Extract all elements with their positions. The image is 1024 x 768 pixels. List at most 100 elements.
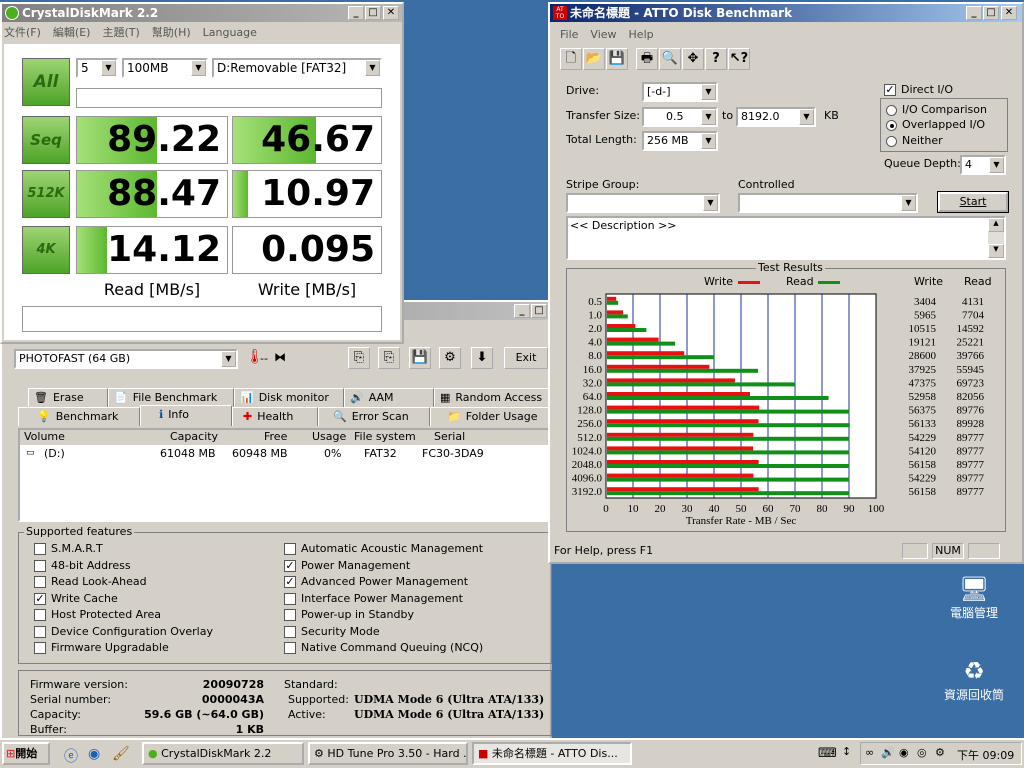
print-preview-icon[interactable]: 🔍 [659, 48, 681, 70]
comment-box[interactable] [22, 306, 382, 332]
scroll-up-icon[interactable]: ▲ [988, 218, 1004, 232]
column-header[interactable]: Serial [434, 430, 465, 444]
drive-select[interactable]: [-d-] ▼ [642, 82, 718, 102]
feature-checkbox[interactable] [34, 625, 46, 638]
column-header[interactable]: Free [264, 430, 287, 444]
tray-icon[interactable]: 🔊 [881, 746, 895, 759]
seq-button[interactable]: Seq [22, 116, 70, 164]
drive-select[interactable]: D:Removable [FAT32] ▼ [212, 58, 382, 78]
size-select[interactable]: 100MB ▼ [122, 58, 208, 78]
minimize-button[interactable]: _ [514, 304, 530, 318]
maximize-button[interactable]: □ [983, 6, 999, 20]
volume-list[interactable]: Volume Capacity Free Usage File system S… [18, 428, 552, 522]
menu-help[interactable]: Help [629, 28, 654, 41]
tab-disk-monitor[interactable]: 📊 Disk monitor [234, 388, 344, 407]
menu-language[interactable]: Language [203, 26, 257, 39]
copy-screenshot-icon[interactable]: ⎘ [378, 347, 400, 369]
tray-icon[interactable]: ⚙ [935, 746, 945, 759]
scroll-down-icon[interactable]: ▼ [988, 244, 1004, 258]
tray-icon[interactable]: ∞ [865, 746, 874, 759]
taskbar-item-atto[interactable]: ■ 未命名標題 - ATTO Dis... [472, 742, 632, 765]
open-icon[interactable]: 📂 [583, 48, 605, 70]
scrollbar[interactable]: ▲ ▼ [988, 218, 1004, 258]
menu-edit[interactable]: 編輯(E) [53, 26, 91, 39]
feature-checkbox[interactable] [34, 609, 46, 621]
keyboard-icon[interactable]: ⌨ [818, 746, 837, 761]
quick-launch-icon[interactable]: 🖌 [112, 746, 130, 762]
4k-button[interactable]: 4K [22, 226, 70, 274]
feature-checkbox[interactable]: ✓ [34, 592, 46, 605]
column-header[interactable]: Capacity [170, 430, 218, 444]
close-button[interactable]: ✕ [383, 6, 399, 20]
feature-checkbox[interactable] [34, 642, 46, 654]
feature-checkbox[interactable] [284, 543, 296, 555]
clock[interactable]: 下午 09:09 [957, 747, 1014, 763]
tab-erase[interactable]: 🗑 Erase [28, 388, 108, 407]
save-icon[interactable]: 💾 [606, 48, 628, 70]
desktop-icon-computer-management[interactable]: 🖥 電腦管理 [944, 574, 1004, 624]
menu-help[interactable]: 幫助(H) [152, 26, 191, 39]
tab-aam[interactable]: 🔊 AAM [344, 388, 434, 407]
tab-error-scan[interactable]: 🔍 Error Scan [318, 407, 430, 426]
input-method-icon[interactable]: ↕ [842, 745, 851, 758]
description-box[interactable]: << Description >> ▲ ▼ [566, 216, 1006, 260]
close-button[interactable]: ✕ [1001, 6, 1017, 20]
tab-benchmark[interactable]: 💡 Benchmark [18, 407, 140, 426]
transfer-from-select[interactable]: 0.5 ▼ [642, 107, 718, 127]
taskbar-item-hdtune[interactable]: ⚙ HD Tune Pro 3.50 - Hard ... [308, 742, 468, 765]
stripe-group-select[interactable]: ▼ [566, 193, 720, 213]
context-help-icon[interactable]: ↖? [728, 48, 750, 70]
tab-random-access[interactable]: ▦ Random Access [434, 388, 550, 407]
help-icon[interactable]: ? [705, 48, 727, 70]
cdm-title-bar[interactable]: CrystalDiskMark 2.2 [2, 4, 402, 22]
column-header[interactable]: Volume [24, 430, 65, 444]
options-icon[interactable]: ⚙ [439, 347, 461, 369]
tab-folder-usage[interactable]: 📁 Folder Usage [430, 407, 550, 426]
move-icon[interactable]: ✥ [682, 48, 704, 70]
menu-file[interactable]: 文件(F) [4, 26, 41, 39]
queue-depth-select[interactable]: 4 ▼ [960, 155, 1006, 175]
total-length-select[interactable]: 256 MB ▼ [642, 131, 718, 151]
tray-icon[interactable]: ◉ [899, 746, 909, 759]
atto-title-bar[interactable]: 未命名標題 - ATTO Disk Benchmark [550, 4, 1022, 22]
direct-io-checkbox[interactable]: ✓ [884, 84, 896, 96]
menu-view[interactable]: View [590, 28, 616, 41]
desktop-shortcut-icon[interactable]: ◉ [88, 746, 100, 762]
feature-checkbox[interactable] [34, 543, 46, 555]
feature-checkbox[interactable] [284, 642, 296, 654]
column-header[interactable]: Usage [312, 430, 346, 444]
feature-checkbox[interactable] [34, 559, 46, 572]
exit-button[interactable]: Exit [504, 347, 548, 369]
count-select[interactable]: 5 ▼ [76, 58, 118, 78]
minimize-button[interactable]: _ [348, 6, 364, 20]
feature-checkbox[interactable]: ✓ [284, 559, 296, 572]
all-button[interactable]: All [22, 58, 70, 106]
512k-button[interactable]: 512K [22, 170, 70, 218]
maximize-button[interactable]: □ [365, 6, 381, 20]
menu-theme[interactable]: 主題(T) [102, 26, 139, 39]
start-button[interactable]: ⊞開始 [2, 742, 50, 765]
maximize-button[interactable]: □ [531, 304, 547, 318]
neither-radio[interactable] [886, 136, 897, 147]
device-select[interactable]: PHOTOFAST (64 GB) ▼ [14, 349, 238, 369]
feature-checkbox[interactable] [34, 576, 46, 588]
save-icon[interactable]: 💾 [409, 347, 431, 369]
overlapped-io-radio[interactable] [886, 120, 897, 131]
tab-health[interactable]: ✚ Health [232, 407, 318, 426]
feature-checkbox[interactable] [284, 592, 296, 605]
copy-text-icon[interactable]: ⎘ [348, 347, 370, 369]
feature-checkbox[interactable] [284, 625, 296, 638]
feature-checkbox[interactable] [284, 609, 296, 621]
minimize-button[interactable]: _ [966, 6, 982, 20]
transfer-to-select[interactable]: 8192.0 ▼ [736, 107, 816, 127]
tab-info[interactable]: ℹ Info [140, 405, 232, 426]
download-icon[interactable]: ⬇ [471, 347, 493, 369]
tray-icon[interactable]: ◎ [917, 746, 927, 759]
taskbar-item-crystaldiskmark[interactable]: ● CrystalDiskMark 2.2 [142, 742, 304, 765]
controlled-select[interactable]: ▼ [738, 193, 918, 213]
io-comparison-radio[interactable] [886, 105, 897, 116]
table-row[interactable]: ▭ (D:) 61048 MB 60948 MB 0% FAT32 FC30-3… [20, 446, 550, 461]
column-header[interactable]: File system [354, 430, 416, 444]
feature-checkbox[interactable]: ✓ [284, 576, 296, 588]
ie-icon[interactable]: ⓔ [64, 746, 78, 766]
